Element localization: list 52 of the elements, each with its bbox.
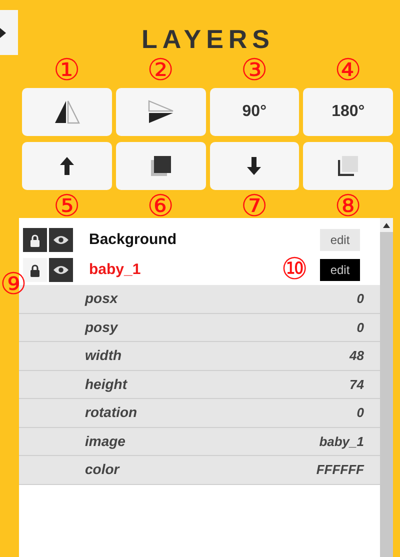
- property-name: width: [85, 346, 122, 366]
- eye-icon: [53, 235, 69, 245]
- property-value: 0: [356, 318, 364, 336]
- flip-horizontal-icon: [54, 100, 80, 124]
- arrow-down-icon: [247, 157, 262, 175]
- property-name: posx: [85, 289, 118, 308]
- property-value: baby_1: [319, 432, 364, 451]
- lock-toggle[interactable]: [23, 258, 47, 282]
- move-down-button[interactable]: [210, 142, 300, 190]
- property-name: rotation: [85, 403, 138, 422]
- lock-icon: [30, 264, 40, 276]
- flip-vertical-button[interactable]: [116, 88, 206, 136]
- scroll-up-icon[interactable]: [383, 222, 390, 228]
- caret-right-icon: [0, 28, 6, 38]
- property-value: 48: [350, 347, 364, 365]
- annotation-number: ⑩: [281, 254, 308, 286]
- edit-button[interactable]: edit: [320, 259, 360, 281]
- rotate-button[interactable]: 180°: [303, 88, 393, 136]
- square-front-icon: [150, 156, 171, 176]
- layer-name[interactable]: Background: [89, 228, 177, 252]
- move-up-button[interactable]: [22, 142, 112, 190]
- property-name: posy: [85, 318, 118, 337]
- annotation-number: ⑧: [334, 191, 362, 223]
- property-value: FFFFFF: [316, 461, 364, 479]
- annotation-number: ⑥: [147, 191, 174, 223]
- annotation-number: ②: [147, 55, 174, 87]
- annotation-number: ⑦: [240, 191, 268, 223]
- edit-button[interactable]: edit: [320, 229, 360, 251]
- eye-icon: [53, 265, 69, 275]
- rotate-button[interactable]: 90°: [210, 88, 300, 136]
- side-tab[interactable]: [0, 10, 18, 55]
- layer-name[interactable]: baby_1: [89, 258, 141, 282]
- property-value: 74: [350, 376, 364, 394]
- lock-icon: [30, 234, 40, 246]
- visibility-toggle[interactable]: [49, 228, 73, 252]
- annotation-number: ④: [334, 55, 362, 87]
- flip-vertical-icon: [148, 100, 174, 124]
- to-front-button[interactable]: [116, 142, 206, 190]
- property-value: 0: [356, 404, 364, 422]
- square-back-icon: [338, 156, 358, 176]
- annotation-number: ①: [53, 55, 80, 87]
- annotation-number: ⑤: [53, 191, 80, 223]
- visibility-toggle[interactable]: [49, 258, 73, 282]
- panel-title: LAYERS: [141, 24, 275, 54]
- property-value: 0: [356, 290, 364, 308]
- property-name: color: [85, 460, 120, 480]
- flip-horizontal-button[interactable]: [22, 88, 112, 136]
- annotation-number: ③: [240, 55, 268, 87]
- property-name: height: [85, 374, 127, 394]
- property-name: image: [85, 432, 126, 451]
- lock-toggle[interactable]: [23, 228, 47, 252]
- arrow-up-icon: [60, 157, 74, 175]
